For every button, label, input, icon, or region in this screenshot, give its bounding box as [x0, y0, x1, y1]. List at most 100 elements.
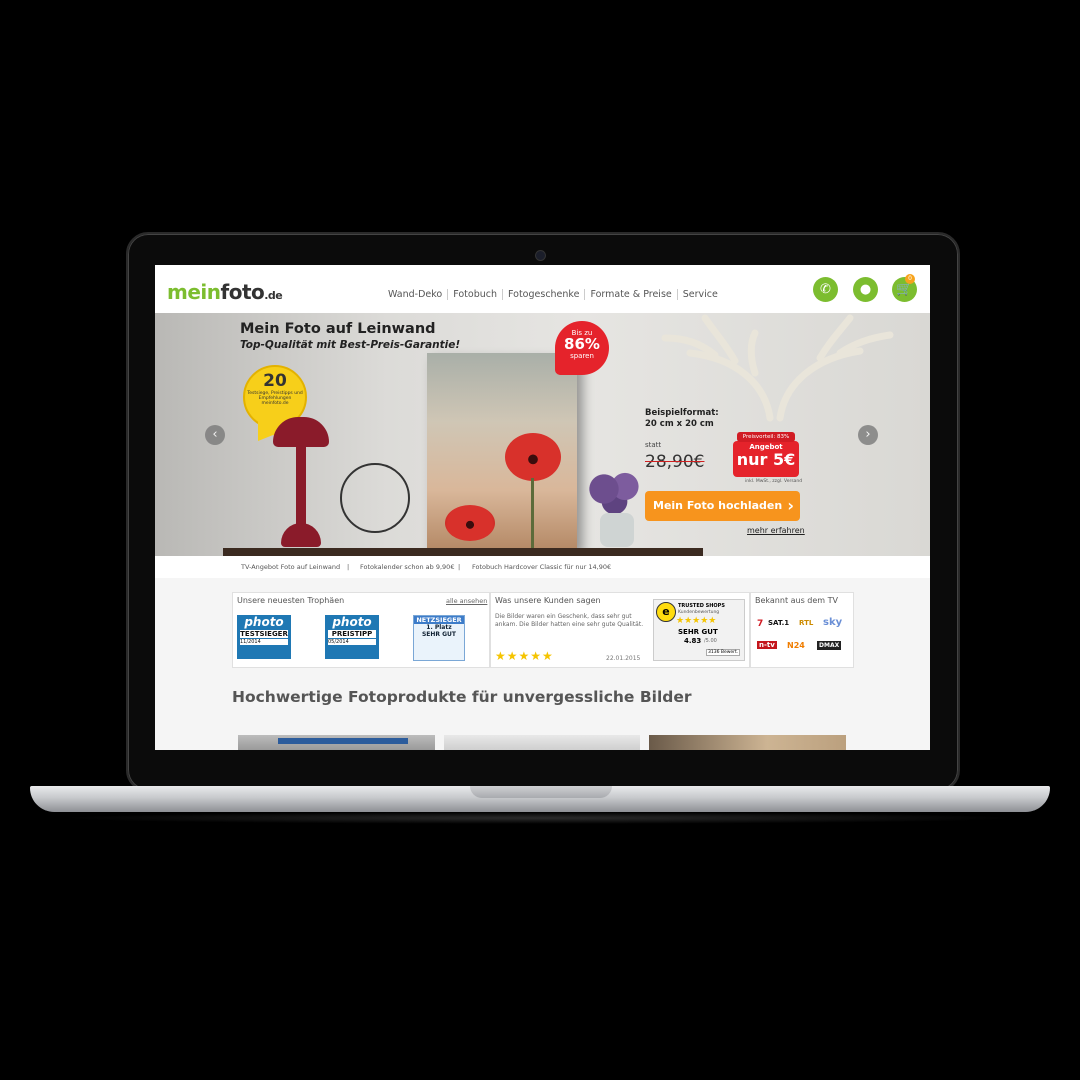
trophies-title: Unsere neuesten Trophäen	[237, 596, 345, 605]
trusted-stars: ★★★★★	[676, 616, 717, 626]
channel-sky: sky	[823, 617, 843, 628]
nav-item-wand-deko[interactable]: Wand-Deko	[383, 289, 447, 300]
trusted-subtitle: Kundenbewertung	[678, 610, 720, 615]
nav-item-fotogeschenke[interactable]: Fotogeschenke	[502, 289, 584, 300]
trophy-date: 05/2014	[328, 639, 376, 645]
trophy-brand: photo	[244, 615, 284, 629]
main-nav: Wand-Deko Fotobuch Fotogeschenke Formate…	[383, 289, 723, 300]
trophy-preistipp: photo PREISTIPP 05/2014	[325, 615, 379, 659]
reviews-card: Was unsere Kunden sagen Die Bilder waren…	[490, 592, 750, 668]
offer-price: nur 5€	[736, 450, 796, 469]
channel-sat1: SAT.1	[768, 619, 790, 627]
nav-item-formate-preise[interactable]: Formate & Preise	[584, 289, 676, 300]
tv-card: Bekannt aus dem TV 7 SAT.1 RTL sky n-tv …	[750, 592, 854, 668]
savings-line3: sparen	[570, 352, 594, 360]
channel-dmax: DMAX	[817, 641, 842, 650]
learn-more-link[interactable]: mehr erfahren	[747, 526, 805, 535]
teaser-strip: TV-Angebot Foto auf Leinwand | Fotokalen…	[155, 556, 930, 578]
upload-photo-label: Mein Foto hochladen	[653, 499, 783, 512]
poppy-flower-large	[505, 433, 561, 481]
review-date: 22.01.2015	[606, 655, 641, 662]
channel-rtl: RTL	[799, 619, 814, 627]
flower-bouquet	[583, 469, 653, 519]
poppy-flower-small	[445, 505, 495, 541]
product-thumbnail-image	[278, 738, 408, 744]
trophy-date: 11/2014	[240, 639, 288, 645]
upload-photo-button[interactable]: Mein Foto hochladen ›	[645, 491, 800, 521]
award-text: Testsiege, Preistipps und Empfehlungen	[247, 391, 303, 401]
teaser-link-fotobuch[interactable]: Fotobuch Hardcover Classic für nur 14,90…	[472, 563, 611, 571]
logo-mein: mein	[167, 280, 221, 304]
lamp-stem	[296, 445, 306, 525]
cart-count-badge: 0	[905, 274, 915, 284]
price-advantage: Preisvorteil: 83%	[737, 432, 795, 442]
channel-n24: N24	[787, 641, 805, 650]
product-thumbnail[interactable]	[444, 735, 640, 750]
site-header: meinfoto.de Wand-Deko Fotobuch Fotogesch…	[155, 265, 930, 313]
review-text: Die Bilder waren ein Geschenk, dass sehr…	[495, 613, 644, 628]
trophy-testsieger: photo TESTSIEGER 11/2014	[237, 615, 291, 659]
lamp-shade	[273, 417, 329, 447]
trusted-scale: /5.00	[704, 638, 717, 644]
statt-label: statt	[645, 441, 662, 449]
award-count: 20	[263, 371, 287, 391]
user-icon[interactable]: ●	[853, 277, 878, 302]
reviews-title: Was unsere Kunden sagen	[495, 596, 601, 605]
channel-pro7: 7	[757, 619, 764, 629]
example-format-size: 20 cm x 20 cm	[645, 419, 714, 429]
channel-ntv: n-tv	[757, 641, 777, 649]
section-heading: Hochwertige Fotoprodukte für unvergessli…	[232, 688, 692, 706]
hero-title: Mein Foto auf Leinwand	[240, 321, 436, 337]
lamp-base	[281, 523, 321, 547]
phone-icon[interactable]: ✆	[813, 277, 838, 302]
shelf	[223, 548, 703, 556]
trophy-label: PREISTIPP	[328, 630, 376, 638]
trusted-title: TRUSTED SHOPS	[678, 603, 725, 609]
laptop-shadow	[60, 812, 1020, 824]
carousel-next-icon[interactable]: ›	[858, 425, 878, 445]
wire-sphere-decoration	[340, 463, 410, 533]
nav-item-service[interactable]: Service	[676, 289, 723, 300]
antler-decoration	[661, 314, 894, 422]
trusted-grade: SEHR GUT	[678, 628, 718, 636]
product-thumbnail[interactable]	[649, 735, 846, 750]
trophy-label: TESTSIEGER	[240, 630, 288, 638]
poppy-stem	[531, 478, 534, 548]
laptop-notch	[470, 786, 612, 798]
vat-note: inkl. MwSt., zzgl. Versand	[745, 479, 803, 484]
netzsieger-rank: 1. Platz	[426, 624, 452, 631]
old-price: 28,90€	[645, 452, 705, 472]
hero-banner: Mein Foto auf Leinwand Top-Qualität mit …	[155, 313, 930, 556]
nav-item-fotobuch[interactable]: Fotobuch	[447, 289, 502, 300]
example-format-label: Beispielformat:	[645, 408, 719, 418]
savings-percent: 86%	[564, 335, 600, 353]
teaser-divider: |	[347, 563, 350, 571]
award-mini-logo: meinfoto.de	[261, 401, 289, 406]
logo-foto: foto	[220, 280, 265, 304]
product-thumbnail[interactable]	[238, 735, 435, 750]
trophy-netzsieger: NETZSIEGER 1. Platz SEHR GUT	[413, 615, 465, 661]
logo-tld: .de	[264, 289, 283, 302]
see-all-link[interactable]: alle ansehen	[446, 597, 487, 605]
trophies-card: Unsere neuesten Trophäen alle ansehen ph…	[232, 592, 490, 668]
browser-viewport: meinfoto.de Wand-Deko Fotobuch Fotogesch…	[155, 265, 930, 750]
carousel-prev-icon[interactable]: ‹	[205, 425, 225, 445]
review-stars: ★★★★★	[495, 649, 554, 663]
trusted-score: 4.83	[684, 637, 702, 645]
trophy-brand: photo	[332, 615, 372, 629]
netzsieger-title: NETZSIEGER	[414, 616, 464, 624]
offer-box: Preisvorteil: 83% Angebot nur 5€	[733, 432, 799, 477]
tv-title: Bekannt aus dem TV	[755, 596, 839, 605]
netzsieger-grade: SEHR GUT	[421, 631, 457, 638]
vase	[600, 513, 634, 547]
trusted-shops-widget[interactable]: e TRUSTED SHOPS Kundenbewertung ★★★★★ SE…	[653, 599, 745, 661]
teaser-link-tv-angebot[interactable]: TV-Angebot Foto auf Leinwand	[241, 563, 340, 571]
teaser-divider: |	[458, 563, 461, 571]
example-format: Beispielformat: 20 cm x 20 cm	[645, 408, 719, 430]
site-logo[interactable]: meinfoto.de	[167, 280, 283, 304]
hero-subtitle: Top-Qualität mit Best-Preis-Garantie!	[240, 339, 461, 351]
teaser-link-fotokalender[interactable]: Fotokalender schon ab 9,90€	[360, 563, 454, 571]
canvas-print-image	[427, 353, 577, 549]
savings-badge: Bis zu 86% sparen	[555, 321, 609, 375]
chevron-right-icon: ›	[787, 496, 794, 515]
